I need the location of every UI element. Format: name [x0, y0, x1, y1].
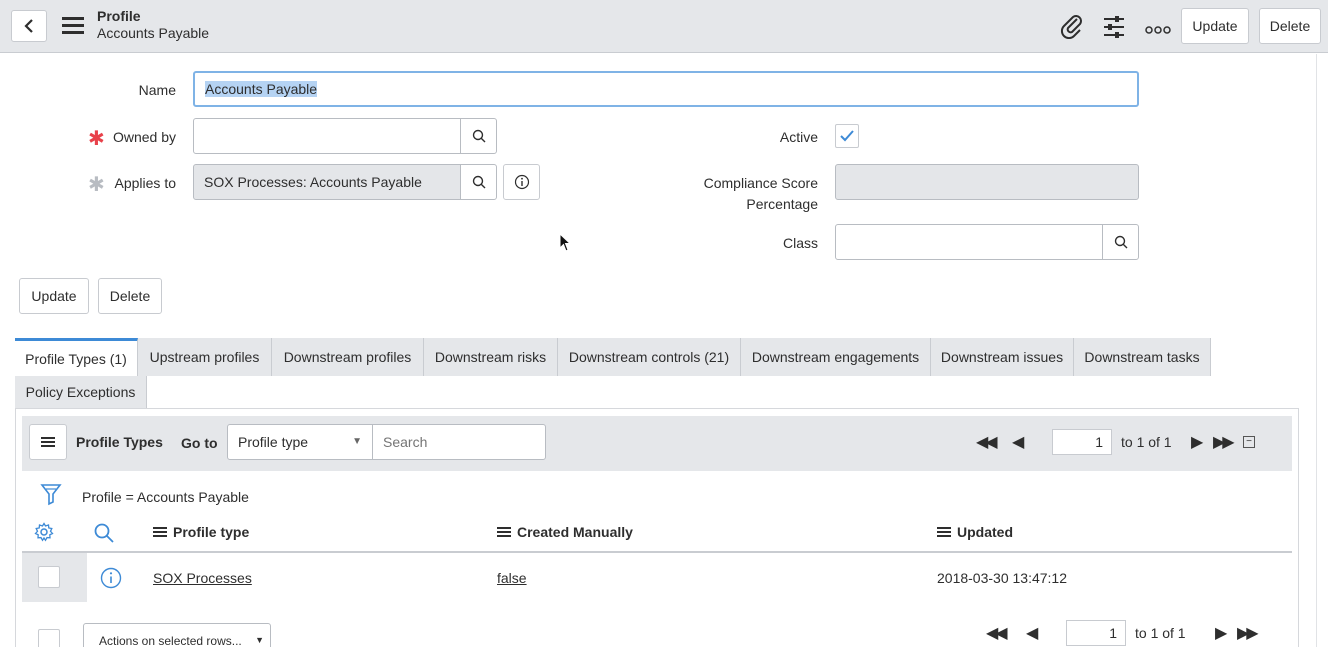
page-range-text: to 1 of 1: [1121, 434, 1172, 450]
page-range-text: to 1 of 1: [1135, 625, 1186, 641]
applies-to-lookup-button[interactable]: [460, 164, 497, 200]
last-page-icon[interactable]: ▶▶: [1213, 432, 1243, 452]
prev-page-icon[interactable]: ◀: [1012, 432, 1052, 452]
goto-select-value: Profile type: [238, 434, 309, 450]
checkmark-icon: [840, 130, 854, 142]
column-header-label: Created Manually: [517, 524, 633, 540]
name-label: Name: [138, 82, 176, 98]
list-title: Profile Types: [76, 434, 163, 450]
gear-icon[interactable]: [34, 522, 54, 542]
column-header-updated[interactable]: Updated: [937, 524, 1013, 540]
owned-by-lookup-button[interactable]: [460, 118, 497, 154]
tab-downstream-risks[interactable]: Downstream risks: [424, 338, 558, 376]
compliance-score-field: [835, 164, 1139, 200]
personalize-form-icon[interactable]: [1102, 14, 1126, 43]
search-icon: [472, 175, 485, 189]
cell-created-manually[interactable]: false: [497, 570, 527, 586]
goto-label: Go to: [181, 435, 218, 451]
hamburger-icon: [41, 435, 55, 449]
compliance-score-label-line1: Compliance Score: [703, 175, 818, 191]
column-header-profile-type[interactable]: Profile type: [153, 524, 249, 540]
active-label: Active: [779, 129, 818, 145]
bottom-pager: ◀◀ ◀ 1 to 1 of 1 ▶ ▶▶: [986, 620, 1267, 646]
class-lookup-button[interactable]: [1102, 224, 1139, 260]
form-header: Profile Accounts Payable Update Delete: [0, 0, 1328, 53]
related-list-tabs: Profile Types (1) Upstream profiles Down…: [15, 338, 1211, 376]
column-menu-icon: [937, 525, 951, 539]
applies-to-field: SOX Processes: Accounts Payable: [193, 164, 461, 200]
more-options-icon[interactable]: [1145, 22, 1171, 38]
tab-policy-exceptions[interactable]: Policy Exceptions: [15, 376, 147, 408]
goto-select[interactable]: Profile type ▼: [227, 424, 373, 460]
hamburger-menu-icon[interactable]: [62, 17, 84, 35]
column-header-created-manually[interactable]: Created Manually: [497, 524, 633, 540]
scrollbar-track[interactable]: [1316, 54, 1317, 647]
chevron-left-icon: [24, 19, 33, 33]
name-field[interactable]: Accounts Payable: [193, 71, 1139, 107]
name-field-value: Accounts Payable: [205, 81, 318, 97]
tab-downstream-profiles[interactable]: Downstream profiles: [272, 338, 424, 376]
filter-icon[interactable]: [40, 482, 62, 506]
row-checkbox[interactable]: [38, 566, 60, 588]
first-page-icon[interactable]: ◀◀: [986, 623, 1026, 643]
list-search-input[interactable]: [372, 424, 546, 460]
header-update-button[interactable]: Update: [1181, 8, 1249, 44]
dropdown-arrow-icon: ▼: [255, 635, 264, 645]
list-menu-button[interactable]: [29, 424, 67, 460]
prev-page-icon[interactable]: ◀: [1026, 623, 1066, 643]
compliance-score-label-line2: Percentage: [746, 196, 818, 212]
form-delete-button[interactable]: Delete: [98, 278, 162, 314]
applies-to-info-button[interactable]: [503, 164, 540, 200]
form-update-button[interactable]: Update: [19, 278, 89, 314]
tab-downstream-controls[interactable]: Downstream controls (21): [558, 338, 741, 376]
column-search-icon[interactable]: [93, 522, 115, 544]
tab-downstream-tasks[interactable]: Downstream tasks: [1074, 338, 1211, 376]
search-icon: [472, 129, 485, 143]
header-delete-button[interactable]: Delete: [1259, 8, 1321, 44]
column-header-label: Updated: [957, 524, 1013, 540]
search-icon: [1114, 235, 1127, 249]
tab-downstream-engagements[interactable]: Downstream engagements: [741, 338, 931, 376]
column-menu-icon: [153, 525, 167, 539]
actions-select[interactable]: Actions on selected rows... ▼: [83, 623, 271, 647]
owned-by-field[interactable]: [193, 118, 461, 154]
collapse-list-icon[interactable]: −: [1243, 436, 1255, 448]
first-page-icon[interactable]: ◀◀: [976, 432, 1012, 452]
page-number-input[interactable]: 1: [1066, 620, 1126, 646]
cell-profile-type-link[interactable]: SOX Processes: [153, 570, 252, 586]
page-title: Profile: [97, 8, 141, 24]
class-field[interactable]: [835, 224, 1103, 260]
applies-to-label: Applies to: [114, 175, 176, 191]
back-button[interactable]: [11, 10, 47, 42]
top-pager: ◀◀ ◀ 1 to 1 of 1 ▶ ▶▶ −: [976, 429, 1255, 455]
class-label: Class: [782, 235, 818, 251]
tab-profile-types[interactable]: Profile Types (1): [15, 338, 138, 376]
info-icon[interactable]: [100, 567, 122, 589]
tab-downstream-issues[interactable]: Downstream issues: [931, 338, 1074, 376]
next-page-icon[interactable]: ▶: [1191, 432, 1213, 452]
last-page-icon[interactable]: ▶▶: [1237, 623, 1267, 643]
column-header-label: Profile type: [173, 524, 250, 540]
dropdown-arrow-icon: ▼: [352, 436, 362, 447]
next-page-icon[interactable]: ▶: [1215, 623, 1237, 643]
owned-by-label: Owned by: [112, 129, 176, 145]
column-menu-icon: [497, 525, 511, 539]
attachment-icon[interactable]: [1060, 13, 1084, 42]
active-checkbox[interactable]: [835, 124, 859, 148]
info-icon: [514, 174, 529, 190]
page-number-input[interactable]: 1: [1052, 429, 1112, 455]
actions-select-value: Actions on selected rows...: [99, 634, 242, 647]
select-all-checkbox[interactable]: [38, 629, 60, 647]
tab-upstream-profiles[interactable]: Upstream profiles: [138, 338, 272, 376]
mouse-cursor-icon: [559, 233, 571, 252]
filter-breadcrumb[interactable]: Profile = Accounts Payable: [82, 489, 249, 505]
cell-updated: 2018-03-30 13:47:12: [937, 570, 1067, 586]
page-subtitle: Accounts Payable: [97, 25, 210, 41]
